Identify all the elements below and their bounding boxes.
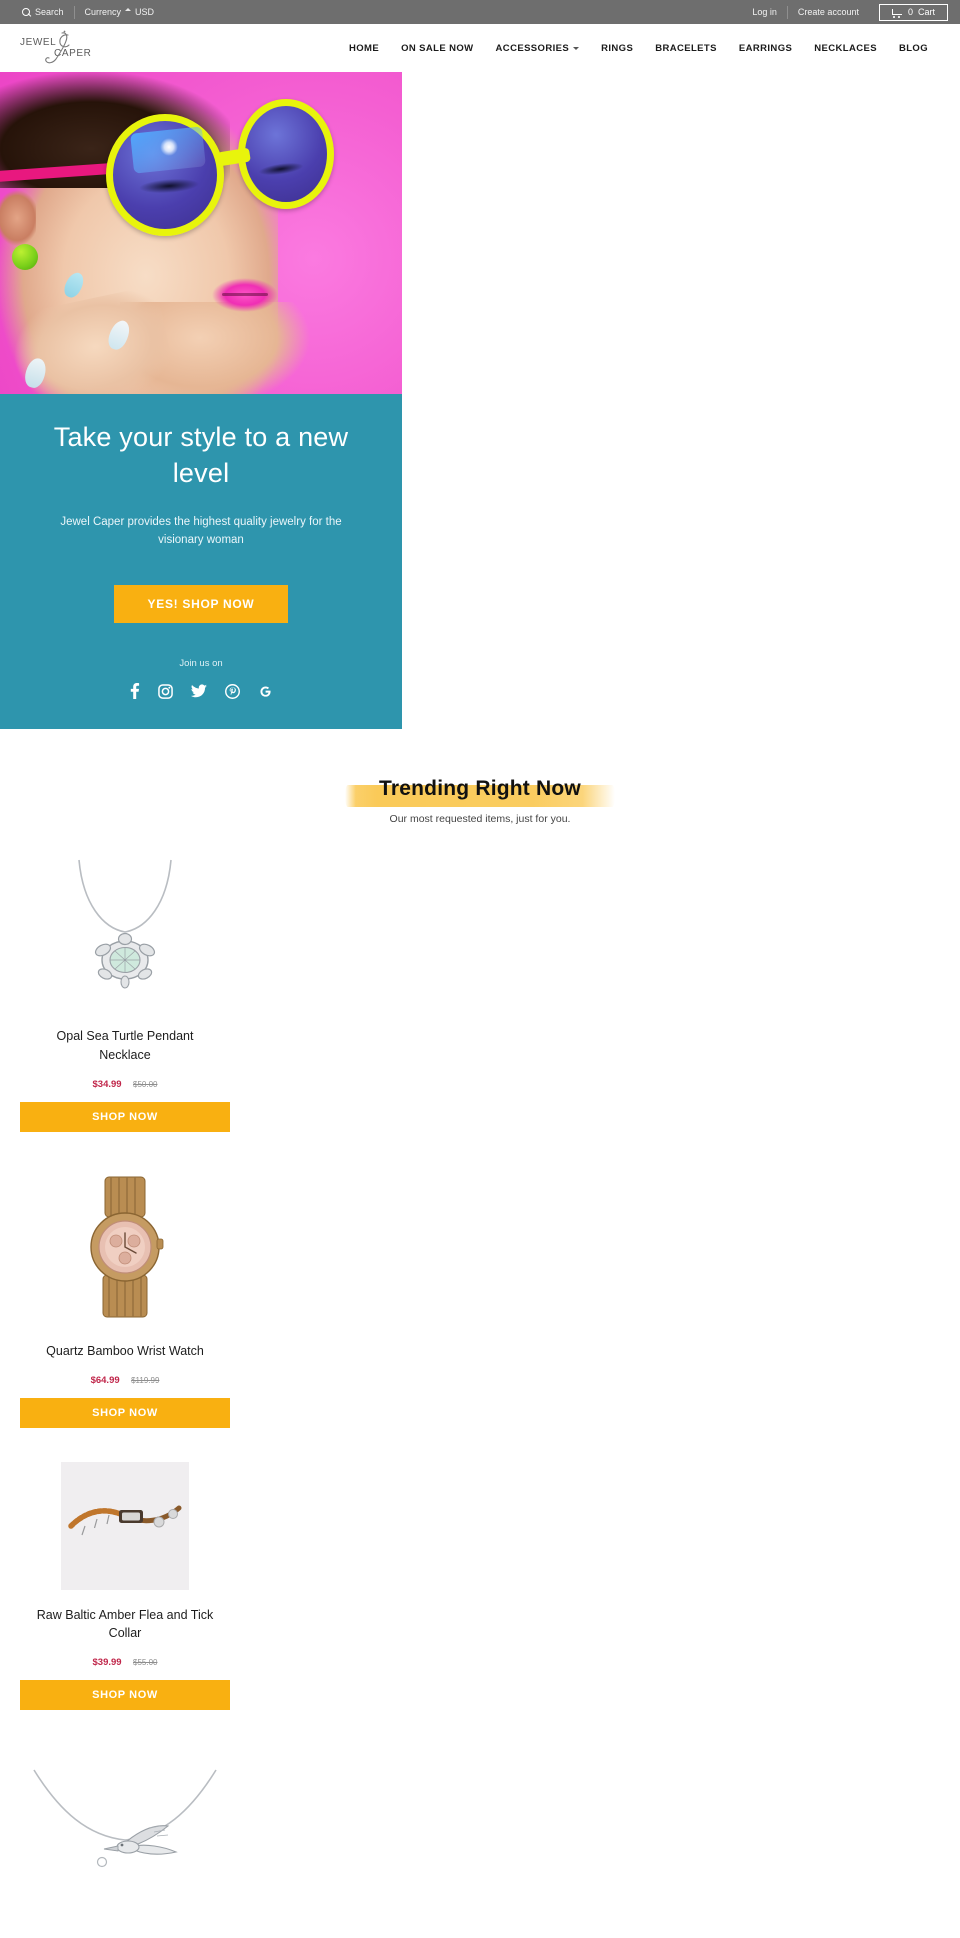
chevron-down-icon (573, 46, 580, 50)
product-sale-price: $34.99 (92, 1078, 122, 1090)
create-account-label: Create account (797, 7, 859, 17)
hero-section: Take your style to a new level Jewel Cap… (0, 72, 402, 730)
currency-value: USD (135, 7, 155, 17)
nav-item-rings[interactable]: RINGS (601, 43, 633, 54)
hero-text-panel: Take your style to a new level Jewel Cap… (0, 394, 402, 730)
bamboo-wrist-watch-icon (90, 1176, 164, 1318)
cart-button[interactable]: 0 Cart (878, 3, 948, 21)
nav-item-earrings[interactable]: EARRINGS (739, 43, 792, 54)
cart-label: Cart (917, 7, 935, 17)
instagram-icon[interactable] (158, 684, 173, 699)
hero-cta-button[interactable]: YES! SHOP NOW (113, 585, 289, 624)
trending-subtitle: Our most requested items, just for you. (389, 813, 571, 826)
product-shop-now-button[interactable]: SHOP NOW (20, 1397, 230, 1428)
facebook-icon[interactable] (129, 683, 140, 700)
product-image[interactable] (20, 851, 230, 1012)
product-shop-now-button[interactable]: SHOP NOW (20, 1101, 230, 1132)
product-price: $34.99 $50.00 (20, 1074, 230, 1092)
site-logo[interactable]: JEWEL CAPER (18, 29, 168, 67)
product-title: Opal Sea Turtle Pendant Necklace (56, 1029, 194, 1062)
main-navigation: HOME ON SALE NOW ACCESSORIES RINGS BRACE… (349, 43, 942, 54)
product-card[interactable]: Raw Baltic Amber Flea and Tick Collar $3… (0, 1456, 250, 1711)
nav-label: NECKLACES (814, 42, 877, 54)
nav-item-bracelets[interactable]: BRACELETS (655, 43, 717, 54)
svg-text:JEWEL: JEWEL (20, 37, 56, 48)
product-card[interactable]: Opal Sea Turtle Pendant Necklace $34.99 … (0, 845, 250, 1132)
nav-item-blog[interactable]: BLOG (899, 43, 928, 54)
topbar-right-group: Log in Create account 0 Cart (742, 3, 948, 21)
trending-title-wrap: Trending Right Now (345, 777, 615, 808)
hero-image (0, 72, 402, 394)
top-utility-bar: Search Currency USD Log in Create accoun… (0, 0, 960, 24)
currency-selector[interactable]: Currency USD (75, 7, 165, 17)
hero-subtitle: Jewel Caper provides the highest quality… (60, 515, 342, 546)
product-original-price: $50.00 (133, 1079, 158, 1089)
login-link[interactable]: Log in (742, 7, 787, 17)
topbar-left-group: Search Currency USD (12, 5, 165, 19)
product-image[interactable] (61, 1461, 189, 1590)
product-shop-now-button[interactable]: SHOP NOW (20, 1680, 230, 1711)
social-links (36, 683, 366, 700)
product-image[interactable] (20, 1165, 230, 1326)
nav-label: ON SALE NOW (401, 42, 474, 54)
search-button[interactable]: Search (12, 7, 74, 17)
nav-label: HOME (348, 42, 380, 54)
nav-label: BRACELETS (655, 42, 717, 54)
turtle-pendant-necklace-icon (78, 860, 172, 989)
sunglasses-right-lens (238, 99, 334, 209)
nav-label: ACCESSORIES (495, 42, 570, 54)
trending-title: Trending Right Now (379, 777, 581, 801)
nav-label: BLOG (898, 42, 928, 54)
create-account-link[interactable]: Create account (788, 7, 869, 17)
currency-label: Currency (84, 7, 122, 17)
lens-sun-sparkle (160, 138, 178, 156)
logo-mark: JEWEL CAPER (20, 30, 91, 64)
product-price: $39.99 $55.00 (20, 1652, 230, 1670)
product-card[interactable] (0, 1738, 250, 1938)
pinterest-icon[interactable] (225, 683, 240, 699)
green-earring (12, 244, 38, 270)
trending-section: Trending Right Now Our most requested it… (0, 729, 960, 825)
login-label: Log in (752, 7, 777, 17)
site-header: JEWEL CAPER HOME ON SALE NOW ACCESSORIES… (0, 24, 960, 72)
nav-label: RINGS (601, 42, 634, 54)
hero-title: Take your style to a new level (53, 422, 349, 488)
product-title: Raw Baltic Amber Flea and Tick Collar (36, 1607, 214, 1640)
chevron-up-icon (125, 8, 132, 11)
product-card[interactable]: Quartz Bamboo Wrist Watch $64.99 $119.99… (0, 1160, 250, 1428)
nav-label: EARRINGS (738, 42, 793, 54)
product-original-price: $119.99 (131, 1375, 160, 1385)
nav-item-home[interactable]: HOME (349, 43, 379, 54)
product-price: $64.99 $119.99 (20, 1370, 230, 1388)
hero-model-ear (0, 190, 36, 246)
product-image[interactable] (20, 1744, 230, 1905)
search-label: Search (35, 7, 64, 17)
cart-icon (891, 8, 903, 18)
hero-model-lipline (222, 293, 268, 296)
amber-collar-icon (63, 1463, 187, 1588)
product-price (20, 1920, 230, 1938)
google-icon[interactable] (258, 684, 273, 699)
product-original-price: $55.00 (133, 1658, 158, 1668)
product-sale-price: $64.99 (90, 1374, 120, 1386)
product-title: Quartz Bamboo Wrist Watch (46, 1343, 204, 1358)
product-list: Opal Sea Turtle Pendant Necklace $34.99 … (0, 825, 960, 1938)
nav-item-on-sale-now[interactable]: ON SALE NOW (401, 43, 473, 54)
nav-item-accessories[interactable]: ACCESSORIES (496, 43, 580, 54)
search-icon (22, 7, 31, 17)
cart-count: 0 (907, 7, 913, 17)
product-sale-price: $39.99 (92, 1657, 122, 1669)
hummingbird-necklace-icon (33, 1769, 217, 1868)
nav-item-necklaces[interactable]: NECKLACES (814, 43, 877, 54)
join-us-label: Join us on (179, 658, 223, 670)
twitter-icon[interactable] (191, 684, 207, 698)
